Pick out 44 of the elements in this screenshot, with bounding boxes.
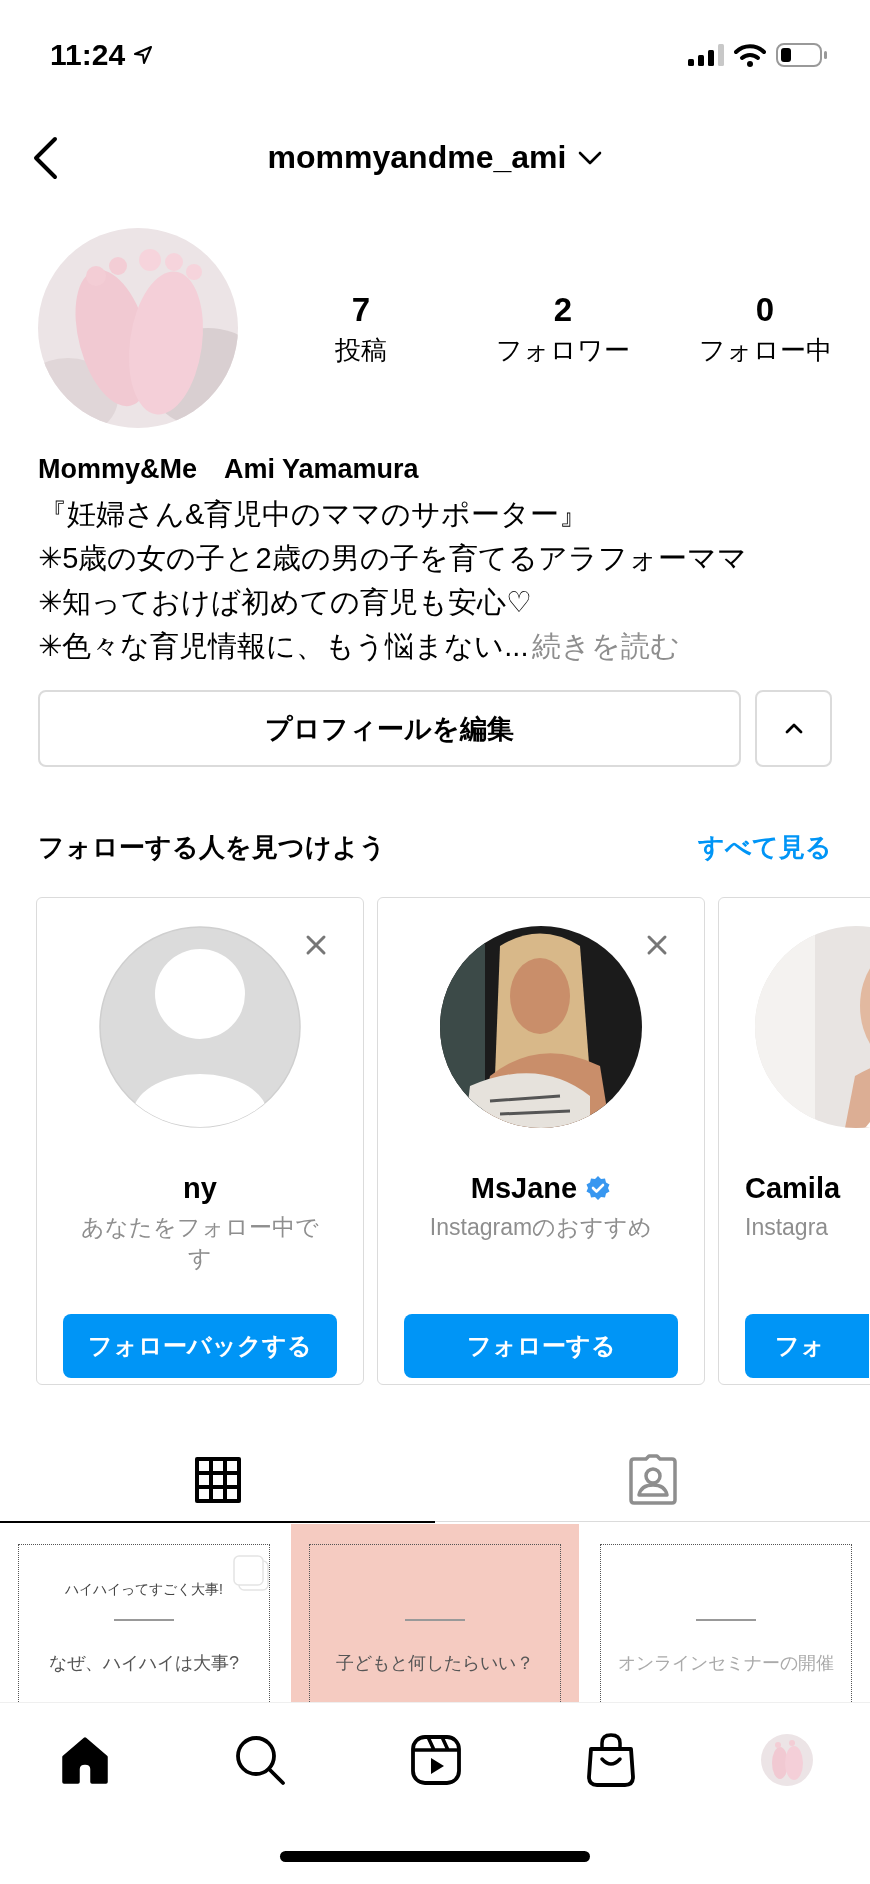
- stat-count[interactable]: 0: [755, 288, 775, 332]
- suggestion-reason: Instagra: [745, 1213, 830, 1242]
- stat-label[interactable]: 投稿: [335, 332, 387, 368]
- post-text: なぜ、ハイハイは大事?: [49, 1651, 239, 1675]
- tagged-person-icon[interactable]: [626, 1453, 679, 1506]
- post-text: 子どもと何したらいい？: [336, 1651, 534, 1675]
- profile-name: Mommy&Me Ami Yamamura: [38, 453, 420, 486]
- chevron-down-icon[interactable]: [578, 150, 603, 165]
- status-time: 11:24: [50, 38, 126, 72]
- suggestion-name[interactable]: MsJane: [470, 1171, 578, 1205]
- suggestion-name[interactable]: Camila: [745, 1171, 841, 1205]
- post-text: オンラインセミナーの開催: [618, 1651, 834, 1675]
- suggestion-reason: Instagramのおすすめ: [428, 1213, 654, 1242]
- section-title: フォローする人を見つけよう: [38, 830, 386, 864]
- signal-icon: [688, 44, 724, 66]
- post-thumbnail[interactable]: 子どもと何したらいい？: [291, 1524, 579, 1702]
- stat-label[interactable]: フォロワー: [496, 332, 630, 368]
- username-title[interactable]: mommyandme_ami: [267, 139, 567, 176]
- suggestion-reason: あなたをフォロー中です: [80, 1213, 320, 1273]
- home-icon[interactable]: [60, 1735, 110, 1785]
- verified-badge-icon: [585, 1175, 612, 1201]
- reels-icon[interactable]: [410, 1734, 462, 1786]
- suggestions-toggle-button[interactable]: [755, 690, 832, 767]
- battery-icon: [776, 43, 828, 67]
- stat-label[interactable]: フォロー中: [698, 332, 832, 368]
- stat-count[interactable]: 2: [553, 288, 573, 332]
- bio-line: ✳知っておけば初めての育児も安心♡: [38, 585, 534, 620]
- suggestion-name[interactable]: ny: [183, 1171, 217, 1205]
- back-icon[interactable]: [32, 136, 58, 180]
- post-title: ハイハイってすごく大事!: [65, 1581, 223, 1599]
- search-icon[interactable]: [234, 1734, 286, 1786]
- wifi-icon: [734, 43, 766, 67]
- grid-icon[interactable]: [194, 1456, 241, 1503]
- chevron-up-icon[interactable]: [784, 723, 803, 734]
- edit-profile-button[interactable]: プロフィールを編集: [38, 690, 741, 767]
- close-icon[interactable]: [646, 934, 668, 956]
- bio-line: ✳5歳の女の子と2歳の男の子を育てるアラフォーママ: [38, 541, 748, 576]
- close-icon[interactable]: [305, 934, 327, 956]
- bio-line: 『妊婦さん&育児中のママのサポーター』: [38, 497, 590, 532]
- location-arrow-icon: [133, 45, 154, 65]
- avatar-placeholder-icon: [99, 926, 301, 1128]
- bio-line: ✳色々な育児情報に、もう悩まない...: [38, 629, 529, 664]
- shopping-bag-icon[interactable]: [586, 1733, 636, 1787]
- stat-count[interactable]: 7: [351, 288, 371, 332]
